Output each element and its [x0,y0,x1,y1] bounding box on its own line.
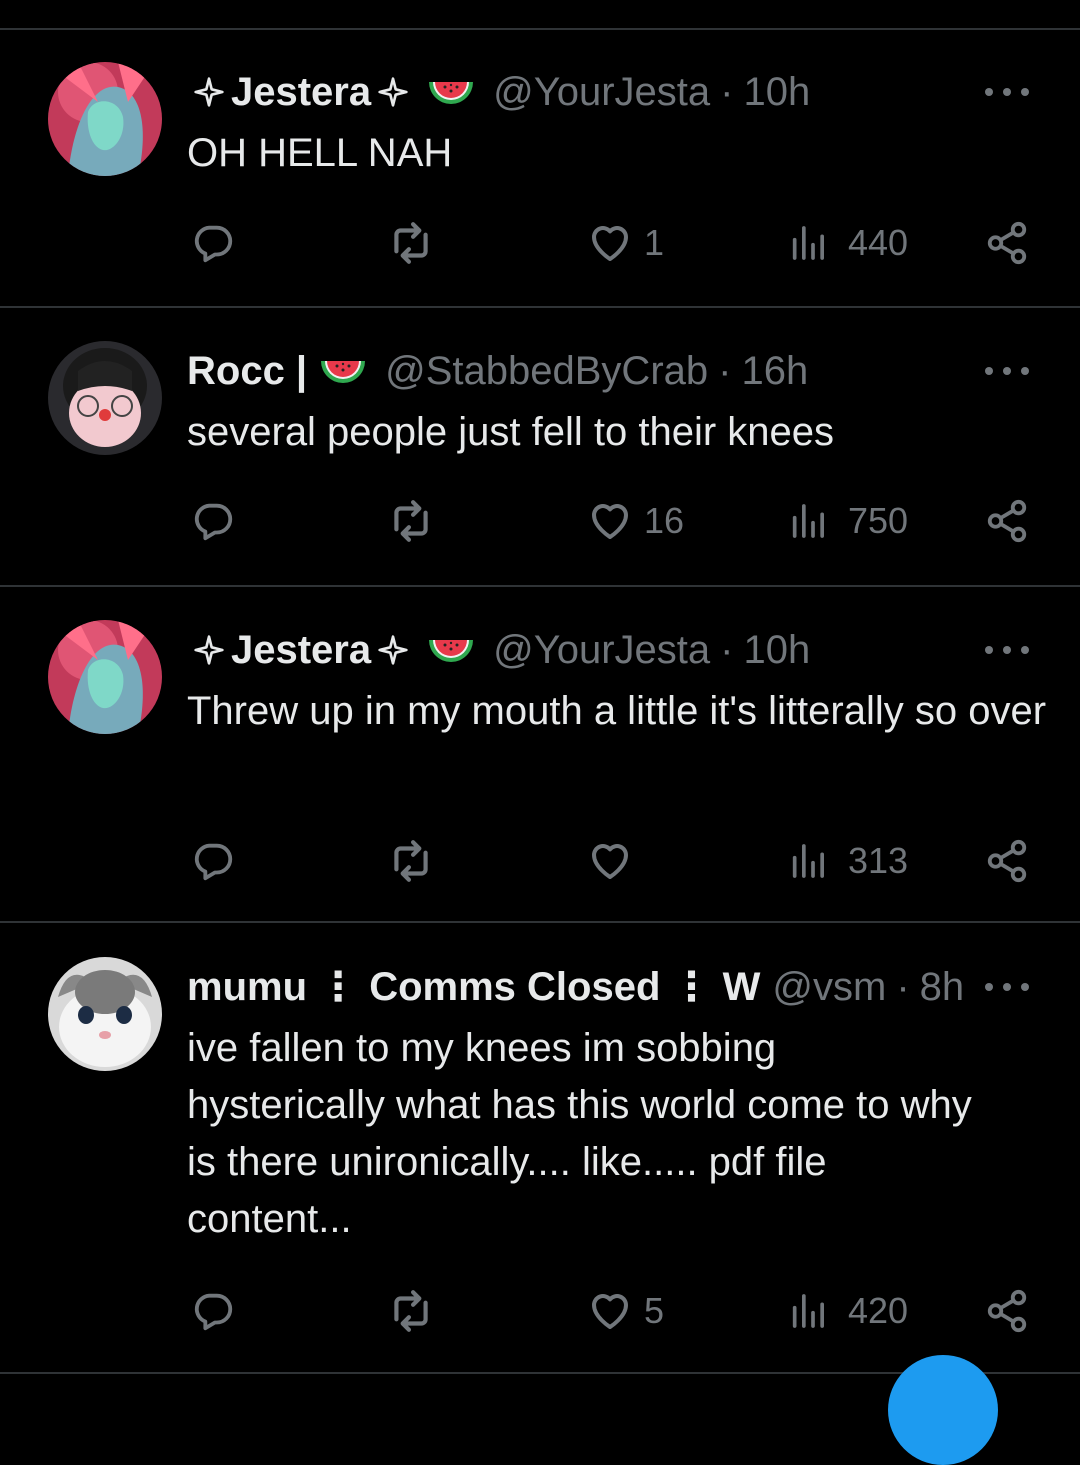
views-icon [788,841,828,881]
tweet-divider [0,306,1080,308]
reply-button[interactable] [190,213,236,273]
view-count: 420 [848,1290,909,1331]
repost-button[interactable] [386,1281,436,1341]
view-count: 750 [848,500,909,541]
user-handle[interactable]: @YourJesta [493,62,710,122]
like-count: 16 [644,500,685,541]
reply-button[interactable] [190,1281,236,1341]
sparkle-icon [377,76,409,108]
tweet-text: ive fallen to my knees im sobbing hyster… [187,1026,972,1241]
view-count: 313 [848,840,909,881]
tweet-header: mumu ⋮ Comms Closed ⋮ W @vsm · 8h [187,957,964,1017]
share-icon [984,220,1030,266]
tweet-text: Threw up in my mouth a little it's litte… [187,689,1047,733]
display-name[interactable]: Jestera [187,62,415,122]
views-icon [788,501,828,541]
share-button[interactable] [984,213,1030,273]
watermelon-icon [427,78,475,106]
timestamp[interactable]: 8h [920,957,965,1017]
separator-dot: · [720,70,734,114]
like-button[interactable]: 5 [586,1281,664,1341]
display-name-text: Jestera [231,70,372,114]
views-button[interactable]: 750 [788,491,908,551]
avatar[interactable] [48,957,162,1071]
like-button[interactable] [586,831,644,891]
share-icon [984,838,1030,884]
more-icon[interactable] [985,640,1029,660]
tweet-divider [0,585,1080,587]
tweet-header: Jestera @YourJesta · 10h [187,62,810,122]
share-button[interactable] [984,831,1030,891]
views-icon [788,223,828,263]
share-button[interactable] [984,1281,1030,1341]
tweet-text: OH HELL NAH [187,131,453,175]
like-button[interactable]: 1 [586,213,664,273]
more-icon[interactable] [985,82,1029,102]
avatar[interactable] [48,620,162,734]
sparkle-icon [193,634,225,666]
user-handle[interactable]: @YourJesta [493,620,710,680]
more-icon[interactable] [985,361,1029,381]
timestamp[interactable]: 16h [741,341,808,401]
tweet-header: Rocc | @StabbedByCrab · 16h [187,341,808,401]
sparkle-icon [377,634,409,666]
watermelon-icon [319,357,367,385]
share-icon [984,498,1030,544]
tweet-actions: 1 440 [0,213,1080,273]
display-name-text: Jestera [231,628,372,672]
timestamp[interactable]: 10h [743,62,810,122]
reply-button[interactable] [190,491,236,551]
reply-button[interactable] [190,831,236,891]
sparkle-icon [193,76,225,108]
repost-button[interactable] [386,491,436,551]
repost-button[interactable] [386,831,436,891]
reply-icon [190,498,236,544]
tweet-actions: 313 [0,831,1080,891]
view-count: 440 [848,222,909,263]
user-handle[interactable]: @StabbedByCrab [385,341,708,401]
views-button[interactable]: 313 [788,831,908,891]
views-icon [788,1291,828,1331]
like-button[interactable]: 16 [586,491,684,551]
views-button[interactable]: 440 [788,213,908,273]
like-count: 5 [644,1290,665,1331]
tweet-header: Jestera @YourJesta · 10h [187,620,810,680]
share-icon [984,1288,1030,1334]
heart-icon [586,219,634,267]
repost-icon [386,496,436,546]
display-name-text: mumu ⋮ Comms Closed ⋮ W [187,965,761,1009]
avatar[interactable] [48,62,162,176]
more-icon[interactable] [985,977,1029,997]
top-divider [0,28,1080,30]
repost-button[interactable] [386,213,436,273]
share-button[interactable] [984,491,1030,551]
separator-dot: · [718,349,732,393]
reply-icon [190,1288,236,1334]
repost-icon [386,836,436,886]
heart-icon [586,1287,634,1335]
reply-icon [190,838,236,884]
separator-dot: · [896,965,910,1009]
tweet-actions: 16 750 [0,491,1080,551]
display-name[interactable]: mumu ⋮ Comms Closed ⋮ W [187,957,760,1017]
tweet-actions: 5 420 [0,1281,1080,1341]
heart-icon [586,497,634,545]
like-count: 1 [644,222,665,263]
avatar[interactable] [48,341,162,455]
watermelon-icon [427,636,475,664]
tweet-divider [0,921,1080,923]
tweet-text: several people just fell to their knees [187,410,835,454]
user-handle[interactable]: @vsm [772,957,886,1017]
timestamp[interactable]: 10h [743,620,810,680]
display-name[interactable]: Jestera [187,620,415,680]
separator-dot: · [720,628,734,672]
repost-icon [386,218,436,268]
views-button[interactable]: 420 [788,1281,908,1341]
compose-button[interactable] [888,1355,998,1465]
display-name[interactable]: Rocc | [187,341,307,401]
reply-icon [190,220,236,266]
repost-icon [386,1286,436,1336]
heart-icon [586,837,634,885]
display-name-text: Rocc | [187,349,308,393]
